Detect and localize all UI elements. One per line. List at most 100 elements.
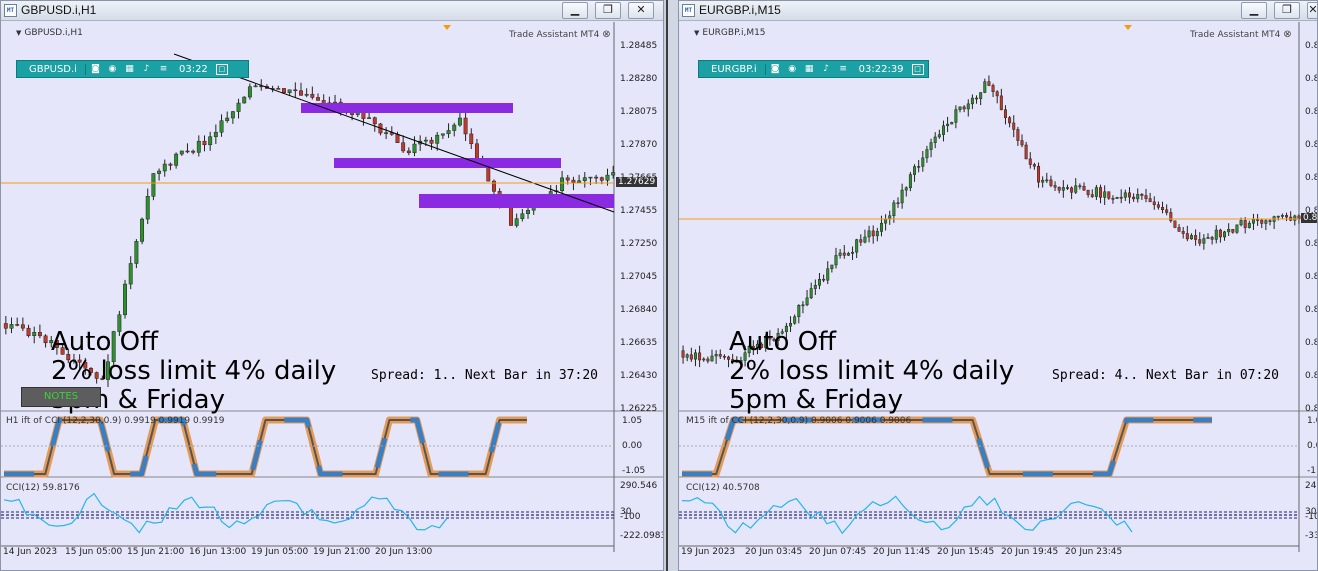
candle-body xyxy=(1161,206,1165,211)
toolbar-symbol[interactable]: GBPUSD.i xyxy=(21,63,86,75)
restore-icon[interactable]: ❐ xyxy=(1274,2,1300,19)
minimize-icon[interactable]: ▁ xyxy=(562,2,588,19)
candle-body xyxy=(937,134,941,138)
candle-body xyxy=(975,97,979,100)
price-tick: 1.26430 xyxy=(620,371,658,381)
time-tick: 20 Jun 15:45 xyxy=(937,547,995,557)
candle-body xyxy=(1194,235,1198,240)
candle-body xyxy=(1152,201,1156,206)
chart-window-icon: MT xyxy=(682,4,695,17)
window-divider[interactable] xyxy=(666,0,678,571)
chart-window-gbpusd[interactable]: MT GBPUSD.i,H1 ▁ ❐ ✕ GBPUSD.i,H1 Trade A… xyxy=(0,0,664,571)
minimize-icon[interactable]: ▁ xyxy=(1241,2,1267,19)
candle-body xyxy=(9,324,14,329)
candle-body xyxy=(979,92,983,99)
price-tick: 0.85 xyxy=(1305,140,1317,150)
calendar-icon[interactable]: ▦ xyxy=(802,62,817,76)
candle-body xyxy=(435,134,440,144)
time-tick: 20 Jun 13:00 xyxy=(375,547,433,557)
candle-body xyxy=(698,352,702,361)
candle-body xyxy=(1227,229,1231,233)
chart-area[interactable]: GBPUSD.i,H1 Trade Assistant MT4 ⊗ GBPUSD… xyxy=(1,22,663,570)
candle-body xyxy=(196,140,201,153)
candle-body xyxy=(1202,238,1206,244)
candle-body xyxy=(917,166,921,168)
candle-body xyxy=(1012,122,1016,130)
time-tick: 20 Jun 07:45 xyxy=(809,547,867,557)
notes-button[interactable]: NOTES xyxy=(21,387,101,407)
candle-body xyxy=(1115,196,1119,199)
candle-body xyxy=(412,143,417,154)
trade-toolbar[interactable]: EURGBP.i ◙ ◉ ▦ ♪ ≡ 03:22:39 □ xyxy=(698,60,929,78)
eye-icon[interactable]: ◉ xyxy=(105,62,120,76)
title-bar[interactable]: MT GBPUSD.i,H1 ▁ ❐ ✕ xyxy=(1,1,663,21)
camera-icon[interactable]: ◙ xyxy=(768,62,783,76)
candle-body xyxy=(37,332,42,337)
ift-tick: -1.05 xyxy=(1307,466,1317,476)
trade-toolbar[interactable]: GBPUSD.i ◙ ◉ ▦ ♪ ≡ 03:22 □ xyxy=(16,60,249,78)
candle-body xyxy=(1156,204,1160,208)
candle-body xyxy=(933,136,937,143)
price-tick: 0.85 xyxy=(1305,239,1317,249)
candle-body xyxy=(867,230,871,238)
candle-body xyxy=(1260,219,1264,224)
calendar-icon[interactable]: ▦ xyxy=(122,62,137,76)
chart-area[interactable]: EURGBP.i,M15 Trade Assistant MT4 ⊗ EURGB… xyxy=(679,22,1317,570)
candle-body xyxy=(560,177,565,191)
candle-body xyxy=(1086,189,1090,195)
candle-body xyxy=(1173,220,1177,228)
candle-body xyxy=(900,189,904,204)
bell-icon[interactable]: ♪ xyxy=(819,62,834,76)
cci-indicator-label: CCI(12) 40.5708 xyxy=(686,483,760,493)
candle-body xyxy=(1189,235,1193,240)
menu-icon[interactable]: ≡ xyxy=(836,62,851,76)
status-overlay-text: Auto Off 2% loss limit 4% daily 5pm & Fr… xyxy=(729,327,1015,415)
close-circle-icon[interactable]: ⊗ xyxy=(1283,29,1291,40)
candle-body xyxy=(452,124,457,131)
close-icon[interactable]: ✕ xyxy=(628,2,654,19)
candle-body xyxy=(1082,185,1086,191)
time-tick: 19 Jun 2023 xyxy=(681,547,736,557)
price-tick: 0.85 xyxy=(1305,404,1317,414)
candle-body xyxy=(213,131,218,137)
candle-body xyxy=(875,231,879,237)
menu-icon[interactable]: ≡ xyxy=(156,62,171,76)
candle-body xyxy=(384,132,389,134)
restore-icon[interactable]: ❐ xyxy=(595,2,621,19)
candle-body xyxy=(423,139,428,142)
candle-body xyxy=(1214,229,1218,240)
candle-body xyxy=(681,350,685,358)
close-circle-icon[interactable]: ⊗ xyxy=(602,29,610,40)
price-tick: 1.27045 xyxy=(620,272,658,282)
candle-body xyxy=(1268,220,1272,222)
time-tick: 20 Jun 03:45 xyxy=(745,547,803,557)
eye-icon[interactable]: ◉ xyxy=(785,62,800,76)
candle-body xyxy=(367,117,372,119)
candle-body xyxy=(1041,179,1045,183)
candle-body xyxy=(123,283,127,316)
ift-tick: 0.00 xyxy=(622,441,643,451)
title-bar[interactable]: MT EURGBP.i,M15 ▁ ❐ ✕ xyxy=(679,1,1317,21)
maximize-icon[interactable]: □ xyxy=(215,63,228,75)
price-chart[interactable] xyxy=(679,22,1318,571)
close-icon[interactable]: ✕ xyxy=(1307,2,1317,19)
candle-body xyxy=(702,358,706,361)
candle-body xyxy=(429,139,434,144)
candle-body xyxy=(904,187,908,191)
candle-body xyxy=(20,324,25,329)
time-tick: 19 Jun 21:00 xyxy=(313,547,371,557)
price-chart[interactable] xyxy=(1,22,664,571)
candle-body xyxy=(871,230,875,237)
chart-window-eurgbp[interactable]: MT EURGBP.i,M15 ▁ ❐ ✕ EURGBP.i,M15 Trade… xyxy=(678,0,1318,571)
candle-body xyxy=(276,88,281,90)
candle-body xyxy=(15,324,20,326)
candle-body xyxy=(855,239,859,253)
candle-body xyxy=(879,222,883,232)
candle-body xyxy=(913,166,917,175)
maximize-icon[interactable]: □ xyxy=(911,63,924,75)
toolbar-symbol[interactable]: EURGBP.i xyxy=(703,63,766,75)
candle-body xyxy=(1231,229,1235,233)
camera-icon[interactable]: ◙ xyxy=(88,62,103,76)
candle-body xyxy=(145,196,150,220)
bell-icon[interactable]: ♪ xyxy=(139,62,154,76)
